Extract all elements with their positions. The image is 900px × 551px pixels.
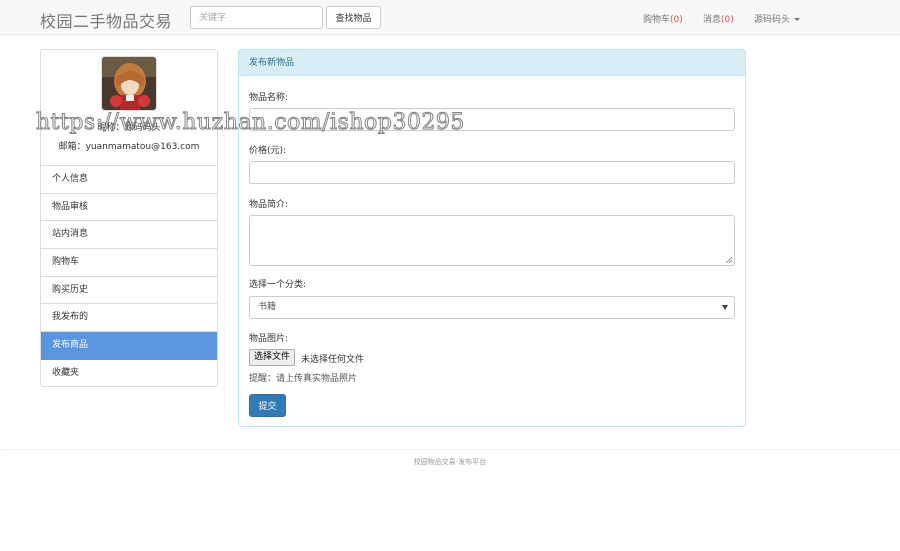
sidebar-item-review[interactable]: 物品审核 [41, 194, 217, 222]
sidebar-item-publish[interactable]: 发布商品 [41, 332, 217, 360]
sidebar-item-profile[interactable]: 个人信息 [41, 166, 217, 194]
nav-cart-label: 购物车 [643, 15, 671, 25]
profile-card: 昵称：源码码头 邮箱：yuanmamatou@163.com [41, 50, 217, 166]
item-name-input[interactable] [249, 108, 735, 131]
user-sidebar: 昵称：源码码头 邮箱：yuanmamatou@163.com 个人信息 物品审核… [40, 49, 218, 387]
description-textarea[interactable] [249, 215, 735, 266]
category-selected-value: 书籍 [258, 302, 277, 312]
sidebar-item-cart[interactable]: 购物车 [41, 249, 217, 277]
sidebar-item-messages[interactable]: 站内消息 [41, 221, 217, 250]
search-button[interactable]: 查找物品 [326, 6, 381, 29]
footer-text: 校园物品交易-发布平台 [413, 458, 487, 466]
caret-down-icon [794, 18, 801, 21]
category-label: 选择一个分类: [249, 280, 307, 290]
upload-hint: 提醒：请上传真实物品照片 [249, 374, 358, 384]
profile-nickname: 昵称：源码码头 [97, 123, 161, 133]
nav-cart-link[interactable]: 购物车(0) [643, 12, 683, 25]
avatar-image-icon [102, 57, 156, 110]
price-input[interactable] [249, 161, 735, 184]
brand-title[interactable]: 校园二手物品交易 [40, 8, 172, 32]
publish-panel: 发布新物品 物品名称: 价格(元): 物品简介: 选择一个分类: 书籍 物品图片… [238, 49, 746, 427]
cart-count-badge: (0) [670, 15, 683, 25]
resize-handle-icon[interactable] [726, 257, 732, 263]
category-select[interactable]: 书籍 [249, 296, 735, 319]
submit-button[interactable]: 提交 [249, 394, 286, 417]
panel-title: 发布新物品 [239, 50, 745, 76]
sidebar-item-favorites[interactable]: 收藏夹 [41, 360, 217, 386]
sidebar-item-history[interactable]: 购买历史 [41, 277, 217, 305]
nav-messages-label: 消息 [703, 15, 722, 25]
profile-email: 邮箱：yuanmamatou@163.com [58, 142, 200, 152]
nav-messages-link[interactable]: 消息(0) [703, 12, 734, 25]
image-label: 物品图片: [249, 334, 289, 344]
user-name-label: 源码码头 [754, 15, 791, 25]
item-name-label: 物品名称: [249, 93, 289, 103]
message-count-badge: (0) [721, 15, 734, 25]
price-label: 价格(元): [249, 146, 287, 156]
avatar [101, 56, 157, 111]
search-input[interactable] [190, 6, 323, 29]
user-dropdown[interactable]: 源码码头 [754, 12, 801, 25]
footer-divider [0, 449, 900, 450]
choose-file-button[interactable]: 选择文件 [249, 349, 296, 366]
description-label: 物品简介: [249, 200, 289, 210]
file-status-text: 未选择任何文件 [301, 355, 365, 365]
top-navbar: 校园二手物品交易 查找物品 购物车(0) 消息(0) 源码码头 [0, 0, 900, 35]
dropdown-arrow-icon [722, 305, 728, 310]
sidebar-item-my-posts[interactable]: 我发布的 [41, 304, 217, 333]
